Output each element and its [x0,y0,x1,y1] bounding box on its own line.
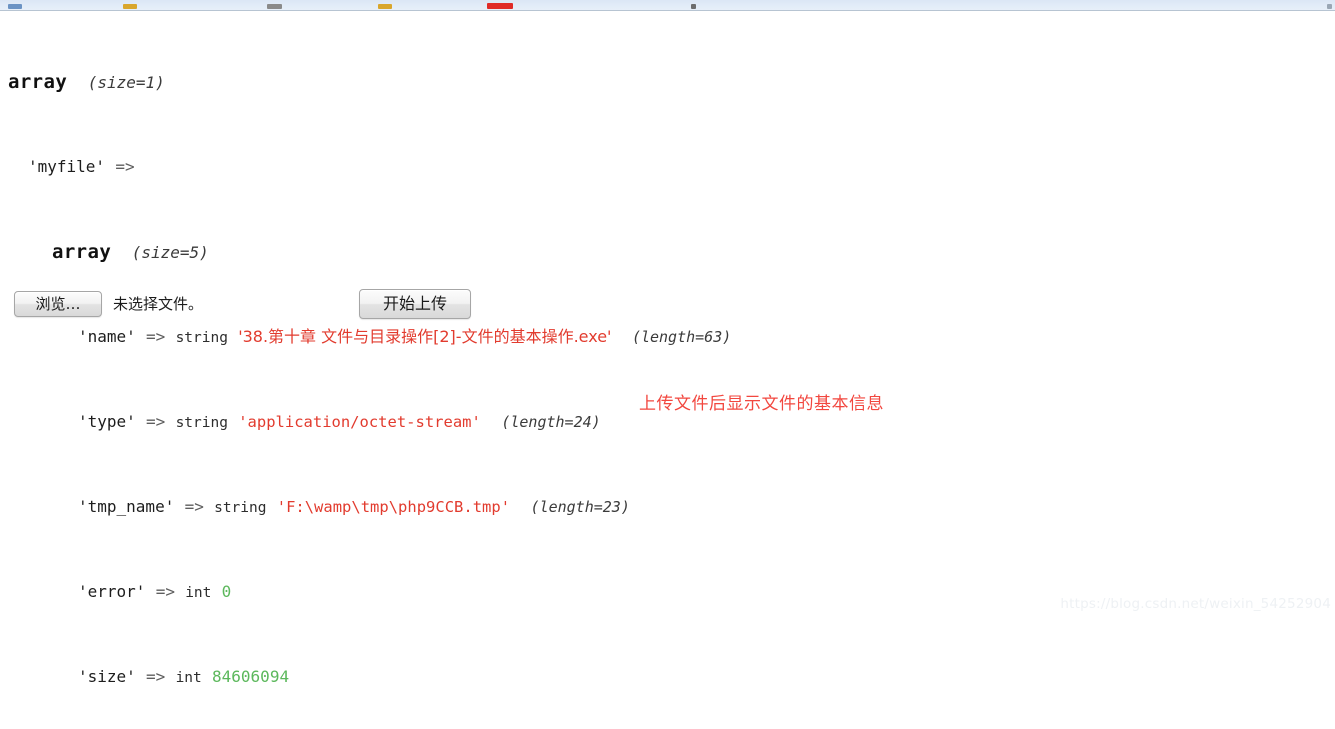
entry-value: 84606094 [212,667,290,686]
array-key: 'myfile' [28,157,106,176]
browse-file-button[interactable]: 浏览… [14,291,102,317]
entry-value: 0 [221,582,232,601]
entry-value: 'F:\wamp\tmp\php9CCB.tmp' [276,498,511,516]
array-size-meta: (size=1) [87,73,165,92]
arrow-glyph: => [146,327,166,346]
bookmark-icon[interactable] [8,4,22,9]
selected-file-status: 未选择文件。 [113,295,204,313]
entry-type: string [175,330,228,346]
entry-length: (length=63) [631,328,732,346]
array-keyword: array [52,241,112,263]
entry-key: 'name' [78,327,136,346]
entry-key: 'error' [78,582,146,601]
browser-bookmarks-bar[interactable] [0,0,1335,11]
entry-type: string [175,415,228,431]
arrow-glyph: => [146,667,166,686]
dump-entry-tmp-name: 'tmp_name' => string 'F:\wamp\tmp\php9CC… [0,493,1335,521]
page-icon[interactable] [1327,4,1332,9]
arrow-glyph: => [115,157,135,176]
dump-line-outer-key: 'myfile' => [0,153,1335,181]
page-icon[interactable] [691,4,696,9]
arrow-glyph: => [146,412,166,431]
entry-type: string [214,500,267,516]
entry-length: (length=23) [530,498,630,516]
var-dump-output: array (size=1) 'myfile' => array (size=5… [0,11,1335,729]
start-upload-button[interactable]: 开始上传 [359,289,471,319]
annotation-text: 上传文件后显示文件的基本信息 [639,394,884,414]
entry-length: (length=24) [501,413,601,431]
arrow-glyph: => [184,497,204,516]
site-icon[interactable] [487,3,513,9]
array-size-meta: (size=5) [131,243,209,262]
file-upload-form: 浏览… 未选择文件。 开始上传 [0,288,1335,328]
entry-value: '38.第十章 文件与目录操作[2]-文件的基本操作.exe' [238,327,612,346]
entry-type: int [175,670,202,686]
entry-key: 'size' [78,667,136,686]
entry-key: 'type' [78,412,136,431]
page-icon[interactable] [267,4,282,9]
folder-icon[interactable] [123,4,137,9]
dump-entry-size: 'size' => int 84606094 [0,663,1335,691]
entry-key: 'tmp_name' [78,497,175,516]
arrow-glyph: => [155,582,175,601]
dump-line-root: array (size=1) [0,68,1335,96]
entry-type: int [185,585,212,601]
entry-value: 'application/octet-stream' [238,413,481,431]
dump-line-inner: array (size=5) [0,238,1335,266]
watermark-url: https://blog.csdn.net/weixin_54252904 [1060,596,1331,612]
array-keyword: array [8,71,68,93]
folder-icon[interactable] [378,4,392,9]
